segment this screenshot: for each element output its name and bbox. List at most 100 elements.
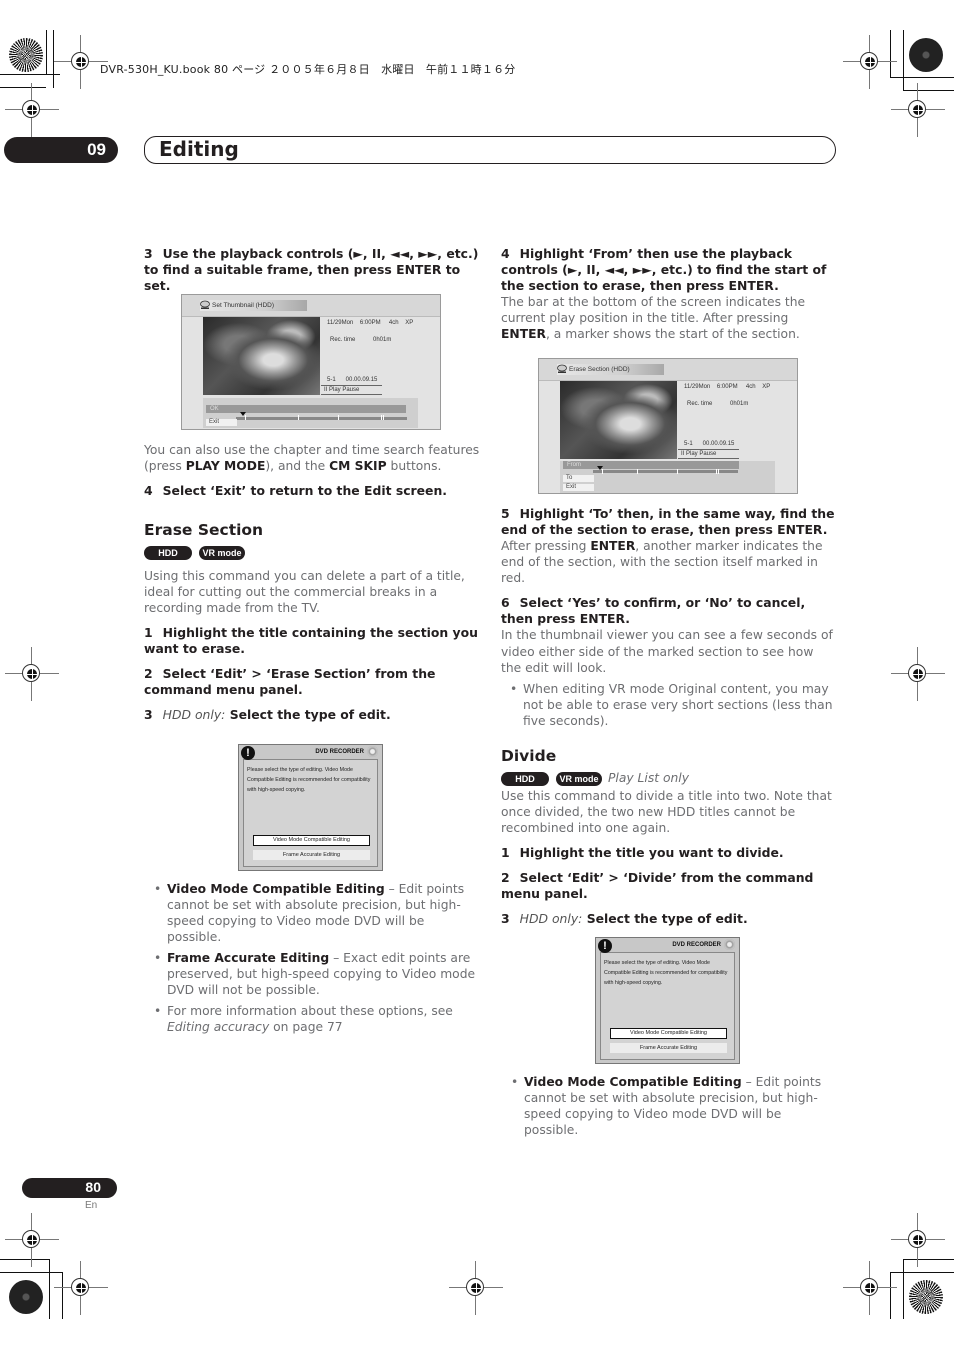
step-4-highlight-from: 4 Highlight ‘From’ then use the playback … (501, 246, 827, 293)
erase-step-2: 2 Select ‘Edit’ > ‘Erase Section’ from th… (144, 666, 436, 697)
erase-step-3: 3 HDD only: Select the type of edit. (144, 707, 391, 722)
crop-mark (890, 30, 891, 78)
badge-row: HDD VR mode Play List only (501, 770, 837, 786)
print-header: DVR-530H_KU.book 80 ページ ２００５年６月８日 水曜日 午前… (100, 63, 516, 76)
chapter-title: Editing (159, 137, 239, 161)
right-column: 4 Highlight ‘From’ then use the playback … (501, 246, 837, 342)
erase-section-heading: Erase Section (144, 521, 264, 539)
disc-icon (557, 364, 567, 373)
option-exit[interactable]: Exit (206, 419, 237, 426)
chapter-tick (245, 415, 246, 420)
set-thumbnail-screen: Set Thumbnail (HDD) 11/29Mon 6:00PM 4ch … (181, 294, 441, 430)
edit-panel: OK Exit (203, 398, 418, 428)
vr-mode-badge: VR mode (556, 771, 602, 786)
video-mode-compatible-option[interactable]: Video Mode Compatible Editing (253, 835, 370, 846)
registration-target-icon (909, 38, 943, 72)
divide-step-2: 2 Select ‘Edit’ > ‘Divide’ from the comma… (501, 869, 814, 901)
crop-mark (903, 1259, 904, 1319)
dialog-message: Please select the type of editing. Video… (247, 767, 371, 793)
registration-mark-icon (891, 647, 945, 701)
registration-mark-icon (54, 1261, 108, 1315)
registration-mark-icon (5, 647, 59, 701)
crop-mark (0, 74, 60, 75)
recording-date: 11/29Mon 6:00PM 4ch XP (684, 384, 771, 390)
rec-time-label: Rec. time (687, 401, 713, 407)
step-5-highlight-to: 5 Highlight ‘To’ then, in the same way, f… (501, 506, 835, 537)
play-state: II Play Pause (678, 449, 739, 459)
alert-icon: ! (598, 939, 612, 953)
step-6-description: In the thumbnail viewer you can see a fe… (501, 628, 833, 675)
edit-panel: From To Exit (560, 461, 775, 493)
registration-mark-icon (891, 1213, 945, 1267)
crop-mark (890, 1272, 954, 1273)
rec-time-label: Rec. time (330, 337, 356, 343)
disc-icon (724, 939, 735, 950)
registration-mark-icon (843, 1261, 897, 1315)
crop-mark (49, 1259, 50, 1319)
divide-step-1: 1 Highlight the title you want to divide. (501, 844, 784, 860)
page-number-tab: 80 (22, 1178, 117, 1198)
chapter-tick (718, 469, 719, 474)
bullet-vr-original: When editing VR mode Original content, y… (510, 681, 837, 729)
step-6-confirm: 6 Select ‘Yes’ to confirm, or ‘No’ to can… (501, 595, 806, 626)
registration-mark-icon (54, 35, 108, 89)
editing-accuracy-reference: Editing accuracy (167, 1020, 270, 1034)
video-thumbnail (560, 381, 677, 459)
right-column-cont: 5 Highlight ‘To’ then, in the same way, f… (501, 506, 837, 927)
chapter-tick (298, 415, 299, 420)
chapter-tick (383, 415, 384, 420)
search-features-note: You can also use the chapter and time se… (144, 443, 480, 473)
divide-heading: Divide (501, 746, 557, 765)
divide-intro: Use this command to divide a title into … (501, 788, 832, 835)
dialog-brand: DVD RECORDER (315, 749, 364, 755)
registration-mark-icon (891, 83, 945, 137)
chapter-title-box: Editing (144, 136, 836, 164)
video-mode-compatible-option[interactable]: Video Mode Compatible Editing (610, 1028, 727, 1039)
chapter-number: 09 (87, 140, 106, 159)
left-bullets: Video Mode Compatible Editing – Edit poi… (145, 881, 481, 1040)
play-state: II Play Pause (321, 385, 382, 395)
hdd-badge: HDD (501, 771, 549, 786)
option-to[interactable]: To (563, 475, 594, 482)
right-bullets: Video Mode Compatible Editing – Edit poi… (502, 1074, 838, 1143)
dialog-message: Please select the type of editing. Video… (604, 960, 728, 986)
edit-type-dialog: ! DVD RECORDER Please select the type of… (238, 744, 383, 871)
dialog-brand: DVD RECORDER (672, 942, 721, 948)
crop-mark (0, 1259, 50, 1260)
registration-target-icon (909, 1280, 943, 1314)
screen-title: Erase Section (HDD) (557, 364, 664, 375)
page-language: En (85, 1200, 98, 1211)
video-thumbnail (203, 317, 320, 395)
step-4-exit: 4 Select ‘Exit’ to return to the Edit scr… (144, 483, 447, 498)
registration-mark-icon (843, 35, 897, 89)
crop-mark (0, 1272, 63, 1273)
step-3-set-thumbnail: 3 Use the playback controls (►, II, ◄◄, ►… (144, 246, 479, 293)
alert-icon: ! (241, 746, 255, 760)
crop-mark (903, 30, 904, 91)
option-exit[interactable]: Exit (563, 484, 594, 491)
page-number: 80 (85, 1179, 101, 1195)
edit-type-dialog: ! DVD RECORDER Please select the type of… (595, 937, 740, 1064)
bullet-more-info: For more information about these options… (154, 1003, 481, 1035)
crop-mark (62, 1272, 63, 1319)
crop-mark (903, 90, 954, 91)
bullet-frame-accurate: Frame Accurate Editing – Exact edit poin… (154, 950, 481, 998)
option-ok[interactable]: OK (206, 405, 406, 413)
registration-target-icon (9, 38, 43, 72)
chapter-tick (677, 469, 678, 474)
frame-accurate-option[interactable]: Frame Accurate Editing (253, 850, 370, 860)
frame-accurate-option[interactable]: Frame Accurate Editing (610, 1043, 727, 1053)
hdd-badge: HDD (144, 546, 192, 560)
chapter-tick (338, 415, 339, 420)
bullet-video-mode: Video Mode Compatible Editing – Edit poi… (511, 1074, 838, 1138)
crop-mark (903, 1259, 954, 1260)
vr-mode-badge: VR mode (199, 546, 245, 560)
rec-time-value: 0h01m (373, 337, 392, 343)
left-column-cont: You can also use the chapter and time se… (144, 442, 480, 723)
option-from[interactable]: From (563, 461, 739, 469)
chapter-number-tab: 09 (4, 137, 118, 163)
chapter-tick (716, 469, 717, 474)
disc-icon (200, 300, 210, 309)
chapter-tick (602, 469, 603, 474)
erase-step-1: 1 Highlight the title containing the sect… (144, 625, 478, 656)
